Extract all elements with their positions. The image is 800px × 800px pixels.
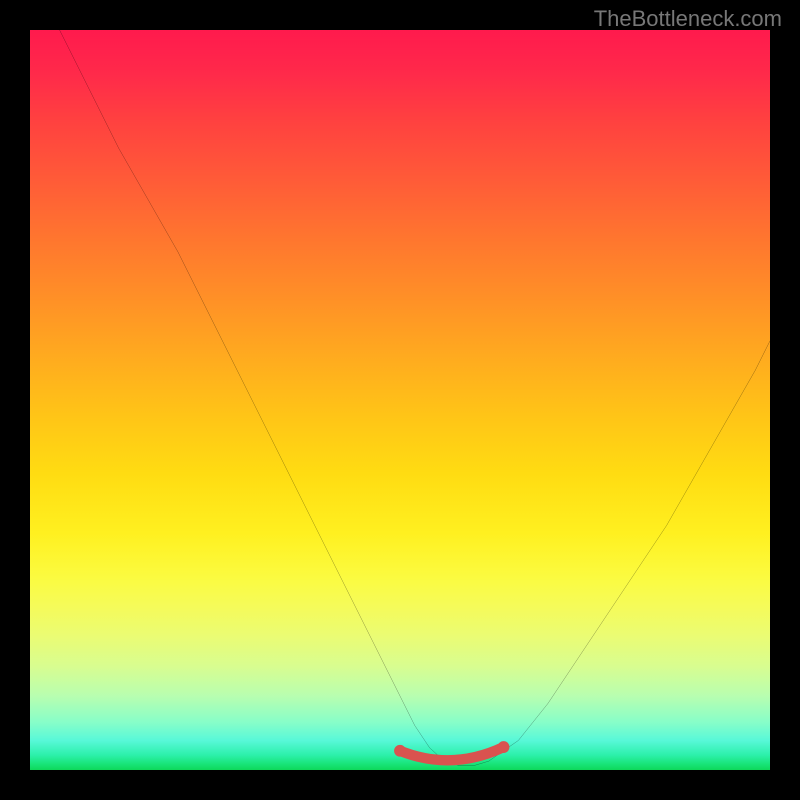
trough-accent [30,30,770,770]
watermark-text: TheBottleneck.com [594,6,782,32]
chart-frame [30,30,770,770]
